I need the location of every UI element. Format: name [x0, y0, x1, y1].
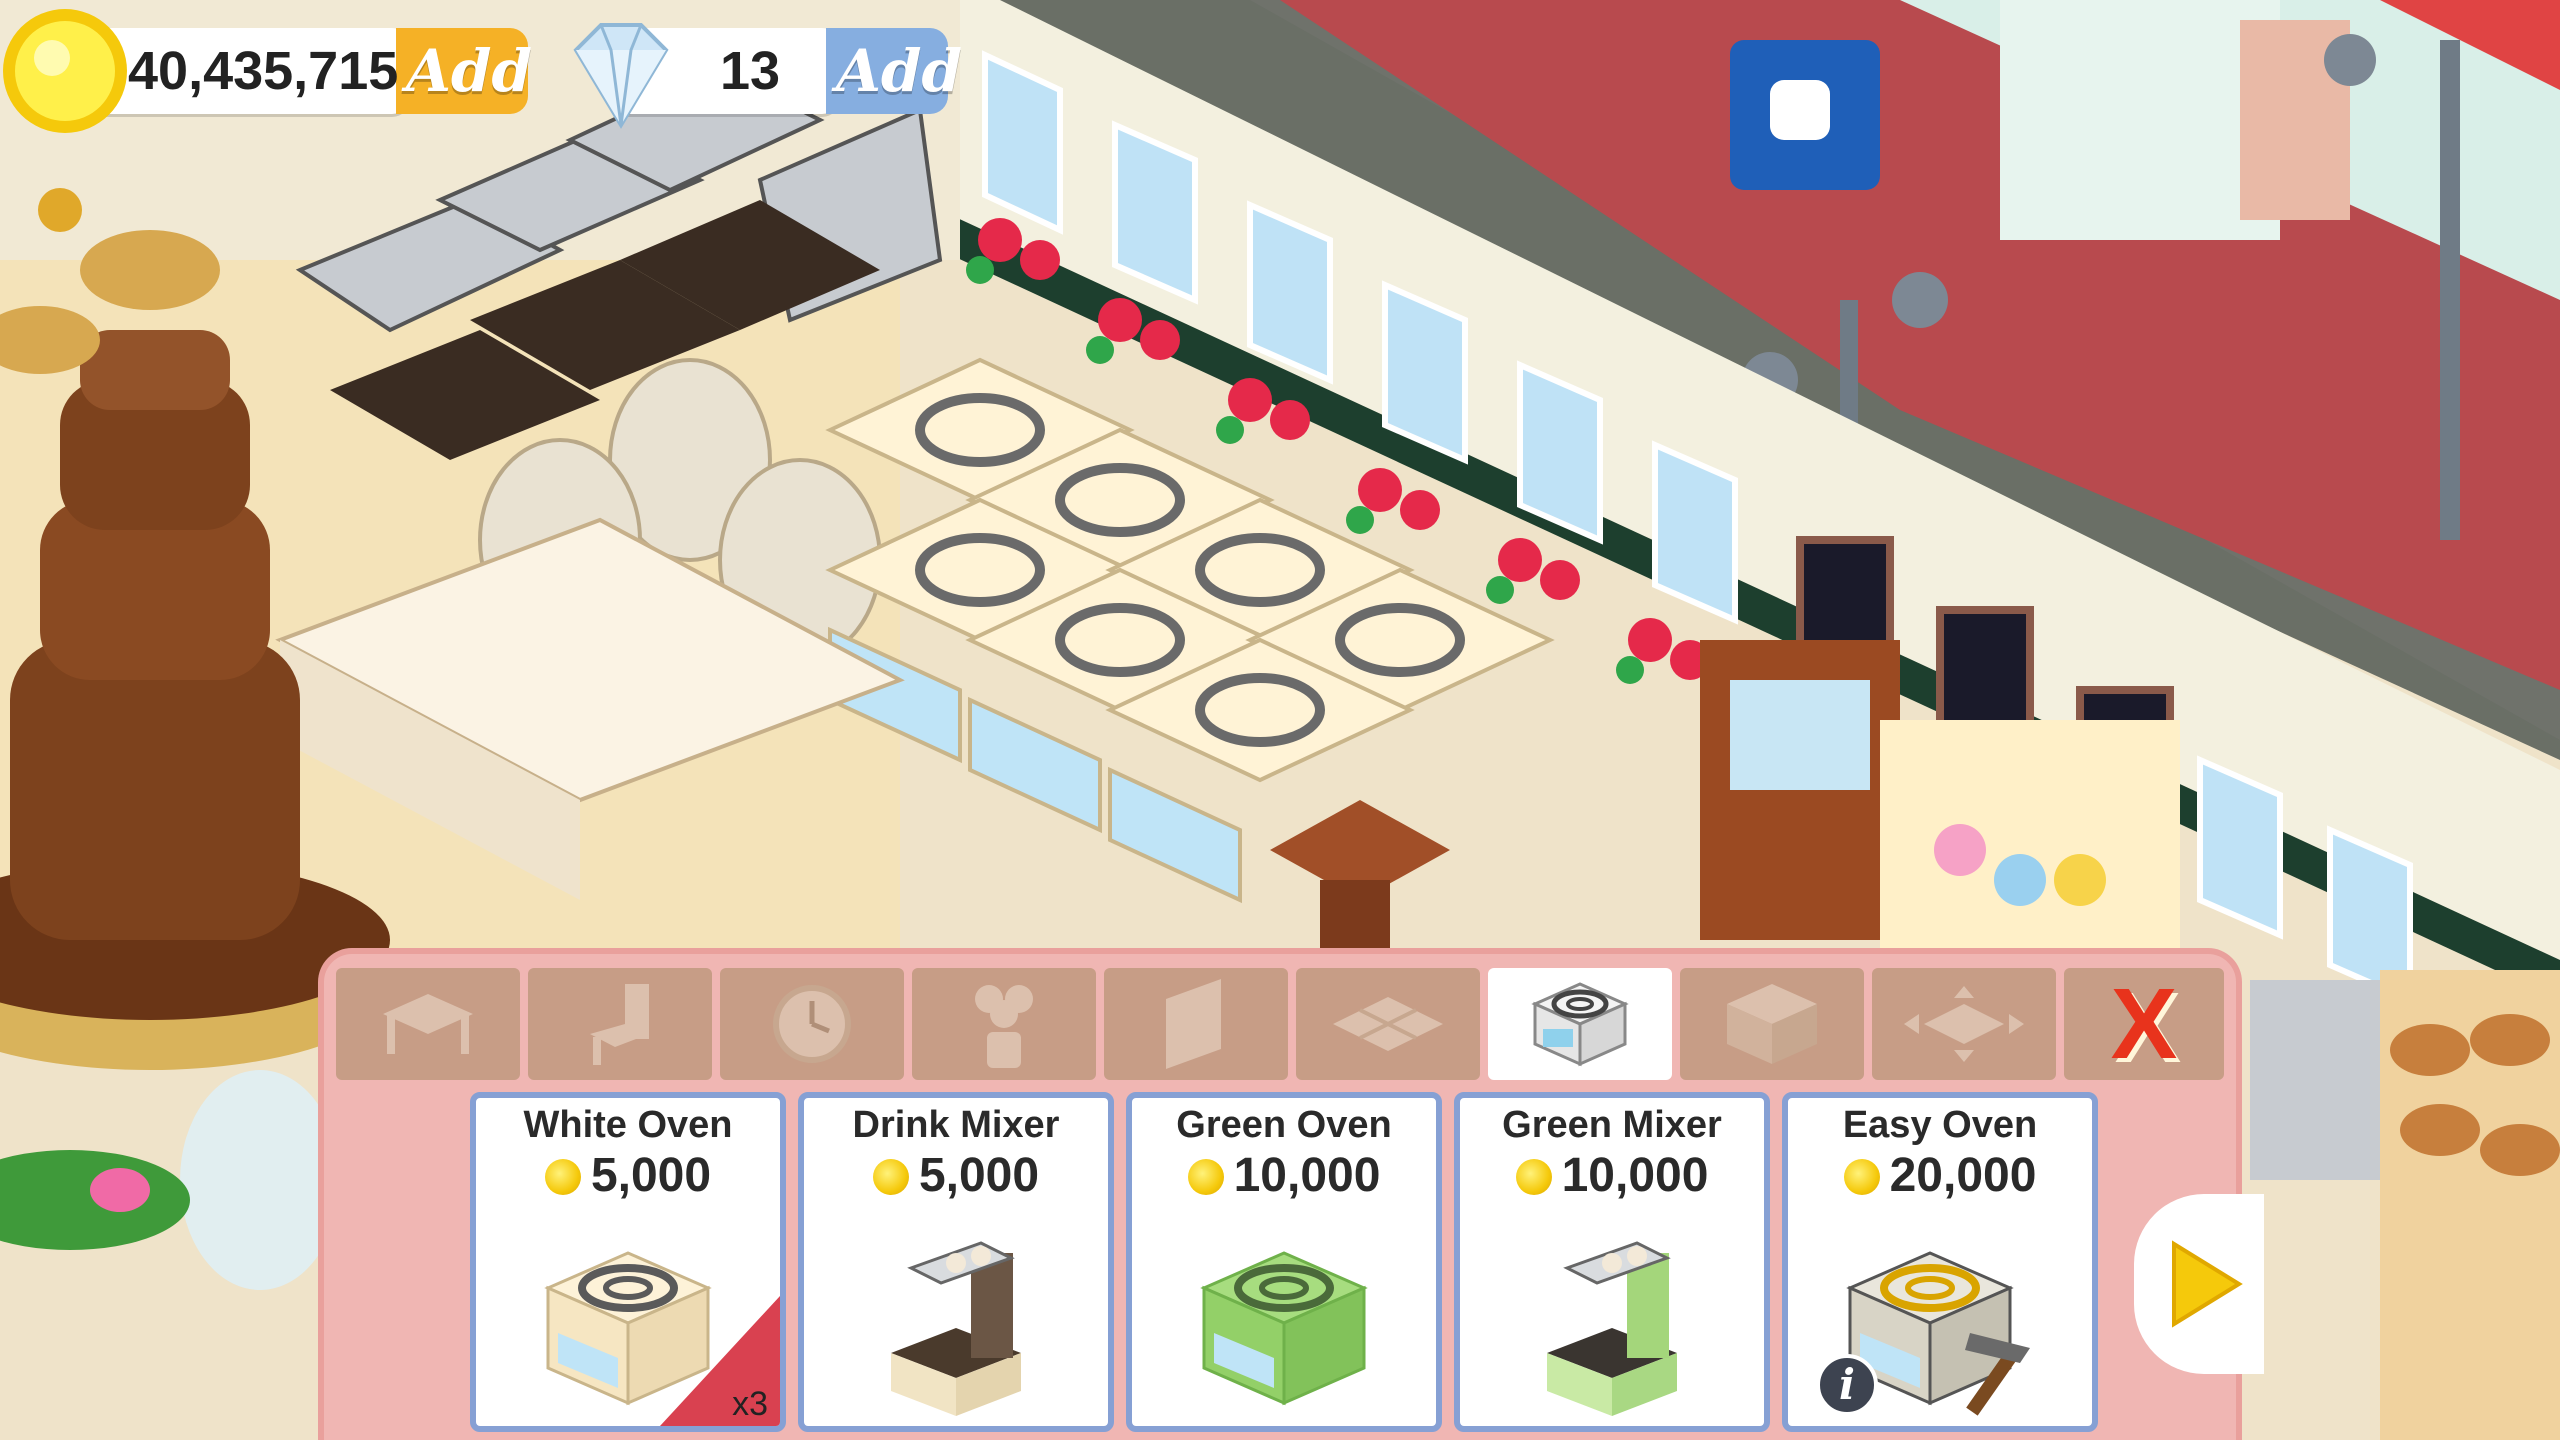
gem-count: 13: [720, 41, 781, 101]
next-page-button[interactable]: [2134, 1194, 2264, 1374]
stove-icon: [1531, 982, 1629, 1067]
expand-icon: [1904, 986, 2024, 1062]
tab-appliances[interactable]: [1488, 968, 1672, 1080]
info-icon[interactable]: i: [1816, 1354, 1878, 1416]
item-name: White Oven: [523, 1104, 733, 1146]
drink-mixer-icon: [891, 1241, 1021, 1416]
shop-item-green-oven[interactable]: Green Oven 10,000: [1126, 1092, 1442, 1432]
clock-icon: [773, 985, 851, 1063]
close-button[interactable]: X: [2064, 968, 2224, 1080]
shop-item-white-oven[interactable]: White Oven 5,000 x3: [470, 1092, 786, 1432]
coin-add-button[interactable]: Add: [396, 28, 532, 114]
shop-panel: X White Oven 5,000 x3 Drink Mixer 5,000: [318, 948, 2264, 1440]
table-icon: [383, 994, 473, 1054]
arrow-right-icon: [2172, 1240, 2243, 1328]
shop-item-green-mixer[interactable]: Green Mixer 10,000: [1454, 1092, 1770, 1432]
counter-icon: [1727, 984, 1817, 1064]
plant-icon: [975, 985, 1033, 1068]
tab-expand[interactable]: [1872, 968, 2056, 1080]
green-oven-icon: [1200, 1251, 1368, 1406]
gold-coin-icon: [3, 9, 127, 133]
item-name: Easy Oven: [1842, 1104, 2038, 1146]
green-mixer-icon: [1547, 1241, 1677, 1416]
coin-icon: [872, 1159, 909, 1195]
gem-add-button[interactable]: Add: [826, 28, 962, 114]
diamond-icon: [573, 23, 669, 129]
tab-walls[interactable]: [1104, 968, 1288, 1080]
coin-icon: [1515, 1159, 1552, 1195]
shop-item-easy-oven[interactable]: Easy Oven 20,000 i: [1782, 1092, 2098, 1432]
item-price: 5,000: [476, 1148, 780, 1203]
item-price: 5,000: [804, 1148, 1108, 1203]
wall-icon: [1166, 979, 1221, 1069]
tab-floors[interactable]: [1296, 968, 1480, 1080]
floor-tile-icon: [1333, 997, 1443, 1051]
tab-plants[interactable]: [912, 968, 1096, 1080]
item-name: Green Oven: [1176, 1104, 1392, 1146]
coin-count: 40,435,715: [128, 41, 399, 101]
shop-item-drink-mixer[interactable]: Drink Mixer 5,000: [798, 1092, 1114, 1432]
item-name: Drink Mixer: [852, 1104, 1060, 1146]
coin-icon: [544, 1159, 581, 1195]
tab-chairs[interactable]: [528, 968, 712, 1080]
coin-icon: [1187, 1159, 1224, 1195]
item-name: Green Mixer: [1502, 1104, 1722, 1146]
tab-tables[interactable]: [336, 968, 520, 1080]
tab-counters[interactable]: [1680, 968, 1864, 1080]
coin-icon: [1843, 1159, 1880, 1195]
chair-icon: [590, 984, 649, 1065]
quantity-badge-text: x3: [732, 1385, 768, 1423]
item-price: 10,000: [1132, 1148, 1436, 1203]
item-price: 10,000: [1460, 1148, 1764, 1203]
item-price: 20,000: [1788, 1148, 2092, 1203]
close-icon: X: [2110, 968, 2178, 1080]
tab-decor[interactable]: [720, 968, 904, 1080]
